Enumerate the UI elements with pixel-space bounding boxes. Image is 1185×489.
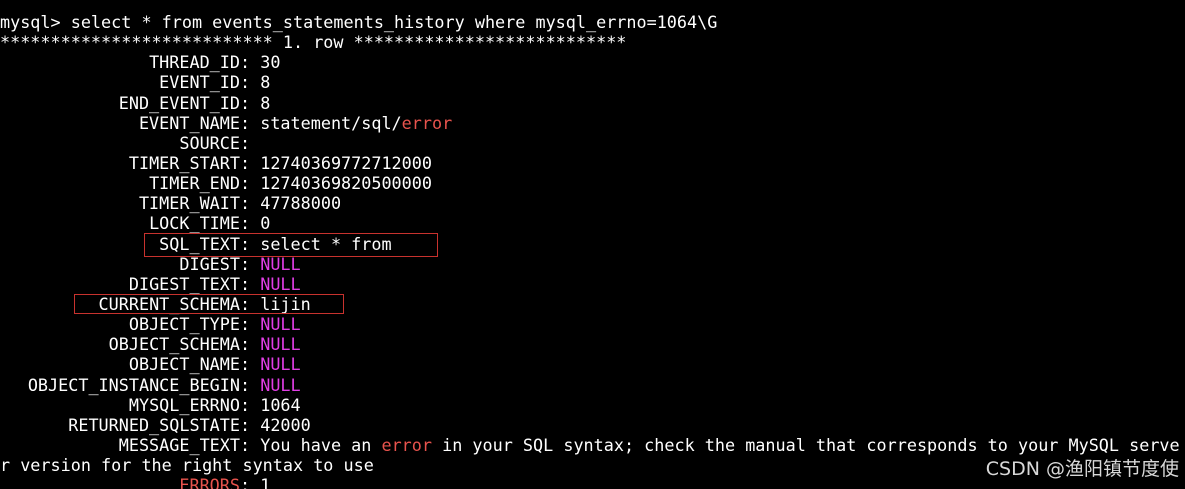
field-timer-start: TIMER_START: 12740369772712000	[0, 153, 1185, 173]
field-value: 47788000	[260, 193, 342, 214]
message-text-pre: You have an	[260, 434, 382, 455]
field-current-schema: CURRENT_SCHEMA: lijin	[0, 294, 1185, 314]
null-value: NULL	[260, 253, 301, 274]
null-value: NULL	[260, 273, 301, 294]
command-line: mysql> select * from events_statements_h…	[0, 12, 718, 32]
field-timer-end: TIMER_END: 12740369820500000	[0, 173, 1185, 193]
error-keyword: error	[401, 112, 453, 133]
field-name: LOCK_TIME	[149, 213, 240, 234]
field-object-type: OBJECT_TYPE: NULL	[0, 314, 1185, 334]
field-name: MYSQL_ERRNO	[128, 394, 240, 415]
field-name: THREAD_ID	[149, 52, 240, 73]
field-name: OBJECT_NAME	[128, 354, 240, 375]
field-value: 0	[260, 213, 271, 234]
field-name: DIGEST	[179, 253, 240, 274]
field-name: EVENT_ID	[159, 72, 240, 93]
field-value: 8	[260, 72, 271, 93]
field-digest-text: DIGEST_TEXT: NULL	[0, 274, 1185, 294]
field-value: statement/sql/	[260, 112, 402, 133]
field-value: 30	[260, 52, 281, 73]
field-name: TIMER_WAIT	[138, 193, 240, 214]
field-event-name: EVENT_NAME: statement/sql/error	[0, 113, 1185, 133]
message-text-post: in your SQL syntax; check the manual tha…	[432, 434, 1180, 455]
field-name: TIMER_START	[128, 152, 240, 173]
field-name: OBJECT_INSTANCE_BEGIN	[27, 374, 240, 395]
field-timer-wait: TIMER_WAIT: 47788000	[0, 193, 1185, 213]
field-value: 8	[260, 92, 271, 113]
field-lock-time: LOCK_TIME: 0	[0, 213, 1185, 233]
field-name: SQL_TEXT	[159, 233, 240, 254]
field-name: END_EVENT_ID	[118, 92, 240, 113]
field-name: DIGEST_TEXT	[128, 273, 240, 294]
row-header: *************************** 1. row *****…	[0, 32, 627, 53]
field-thread-id: THREAD_ID: 30	[0, 52, 1185, 72]
field-message-text: MESSAGE_TEXT: You have an error in your …	[0, 435, 1185, 455]
field-value: 12740369772712000	[260, 152, 432, 173]
field-value: lijin	[260, 293, 311, 314]
field-name: MESSAGE_TEXT	[118, 434, 240, 455]
terminal-window[interactable]: mysql> select * from events_statements_h…	[0, 0, 1185, 489]
field-digest: DIGEST: NULL	[0, 254, 1185, 274]
field-object-name: OBJECT_NAME: NULL	[0, 354, 1185, 374]
watermark: CSDN @渔阳镇节度使	[985, 458, 1179, 480]
field-value: 42000	[260, 414, 311, 435]
field-value: select * from	[260, 233, 392, 254]
field-name: EVENT_NAME	[138, 112, 240, 133]
field-name: OBJECT_SCHEMA	[108, 334, 240, 355]
field-value: 1064	[260, 394, 301, 415]
field-object-schema: OBJECT_SCHEMA: NULL	[0, 334, 1185, 354]
null-value: NULL	[260, 334, 301, 355]
field-event-id: EVENT_ID: 8	[0, 72, 1185, 92]
error-keyword: error	[381, 434, 432, 455]
field-returned-sqlstate: RETURNED_SQLSTATE: 42000	[0, 415, 1185, 435]
field-name: OBJECT_TYPE	[128, 314, 240, 335]
null-value: NULL	[260, 314, 301, 335]
null-value: NULL	[260, 354, 301, 375]
field-name: TIMER_END	[149, 173, 240, 194]
field-name: ERRORS	[179, 475, 240, 489]
field-name: CURRENT_SCHEMA	[98, 293, 240, 314]
field-value: 12740369820500000	[260, 173, 432, 194]
field-mysql-errno: MYSQL_ERRNO: 1064	[0, 395, 1185, 415]
null-value: NULL	[260, 374, 301, 395]
field-name: RETURNED_SQLSTATE	[68, 414, 240, 435]
field-sql-text: SQL_TEXT: select * from	[0, 234, 1185, 254]
field-value: 1	[260, 475, 271, 489]
field-object-instance-begin: OBJECT_INSTANCE_BEGIN: NULL	[0, 375, 1185, 395]
field-name: SOURCE	[179, 132, 240, 153]
field-end-event-id: END_EVENT_ID: 8	[0, 93, 1185, 113]
field-source: SOURCE:	[0, 133, 1185, 153]
